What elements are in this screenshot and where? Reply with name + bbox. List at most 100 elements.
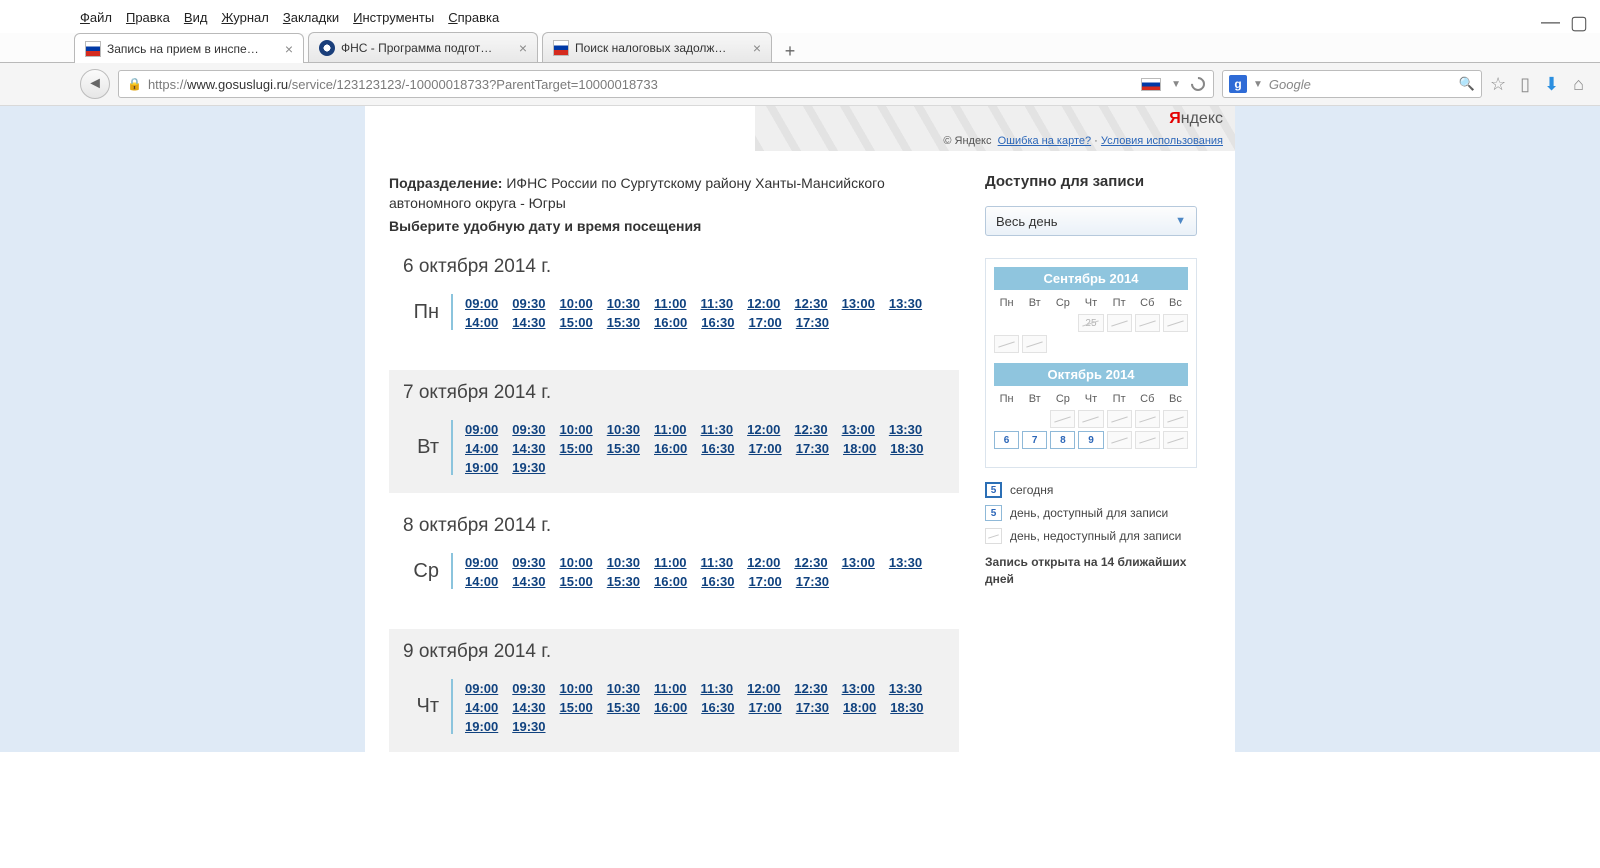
time-slot[interactable]: 13:00 — [842, 422, 875, 437]
calendar-day[interactable]: 6 — [994, 431, 1019, 449]
time-slot[interactable]: 18:30 — [890, 441, 923, 456]
time-slot[interactable]: 13:00 — [842, 555, 875, 570]
time-slot[interactable]: 15:30 — [607, 441, 640, 456]
time-slot[interactable]: 15:00 — [560, 315, 593, 330]
time-slot[interactable]: 15:00 — [560, 574, 593, 589]
time-slot[interactable]: 19:30 — [512, 719, 545, 734]
time-slot[interactable]: 11:30 — [701, 422, 734, 437]
time-slot[interactable]: 17:00 — [749, 441, 782, 456]
time-slot[interactable]: 13:00 — [842, 296, 875, 311]
time-slot[interactable]: 16:00 — [654, 441, 687, 456]
star-icon[interactable]: ☆ — [1490, 74, 1506, 95]
time-slot[interactable]: 15:00 — [560, 441, 593, 456]
time-slot[interactable]: 16:30 — [701, 700, 734, 715]
time-slot[interactable]: 13:30 — [889, 555, 922, 570]
new-tab-button[interactable]: + — [776, 41, 804, 62]
time-slot[interactable]: 11:30 — [701, 681, 734, 696]
time-slot[interactable]: 19:00 — [465, 460, 498, 475]
time-slot[interactable]: 12:00 — [747, 555, 780, 570]
time-slot[interactable]: 10:30 — [607, 422, 640, 437]
time-slot[interactable]: 14:00 — [465, 574, 498, 589]
time-slot[interactable]: 10:00 — [560, 296, 593, 311]
time-slot[interactable]: 10:30 — [607, 555, 640, 570]
time-slot[interactable]: 10:00 — [560, 555, 593, 570]
menu-вид[interactable]: Вид — [184, 10, 208, 25]
time-slot[interactable]: 14:30 — [512, 700, 545, 715]
time-slot[interactable]: 10:00 — [560, 681, 593, 696]
time-slot[interactable]: 18:30 — [890, 700, 923, 715]
time-slot[interactable]: 10:30 — [607, 681, 640, 696]
menu-инструменты[interactable]: Инструменты — [353, 10, 434, 25]
time-slot[interactable]: 17:30 — [796, 700, 829, 715]
time-slot[interactable]: 14:30 — [512, 574, 545, 589]
menu-журнал[interactable]: Журнал — [221, 10, 268, 25]
time-slot[interactable]: 12:30 — [794, 555, 827, 570]
time-slot[interactable]: 15:30 — [607, 574, 640, 589]
clipboard-icon[interactable]: ▯ — [1520, 74, 1530, 95]
map-error-link[interactable]: Ошибка на карте? — [998, 135, 1092, 147]
time-slot[interactable]: 17:30 — [796, 315, 829, 330]
menu-закладки[interactable]: Закладки — [283, 10, 339, 25]
time-slot[interactable]: 10:30 — [607, 296, 640, 311]
time-slot[interactable]: 17:30 — [796, 574, 829, 589]
time-slot[interactable]: 11:00 — [654, 681, 687, 696]
time-slot[interactable]: 09:30 — [512, 296, 545, 311]
url-bar[interactable]: 🔒 https://www.gosuslugi.ru/service/12312… — [118, 70, 1214, 98]
menu-справка[interactable]: Справка — [448, 10, 499, 25]
map-terms-link[interactable]: Условия использования — [1101, 135, 1223, 147]
back-button[interactable]: ◄ — [80, 69, 110, 99]
reload-icon[interactable] — [1188, 74, 1208, 94]
time-slot[interactable]: 13:00 — [842, 681, 875, 696]
time-slot[interactable]: 09:00 — [465, 681, 498, 696]
time-slot[interactable]: 13:30 — [889, 681, 922, 696]
time-slot[interactable]: 19:30 — [512, 460, 545, 475]
time-slot[interactable]: 11:00 — [654, 422, 687, 437]
time-slot[interactable]: 09:30 — [512, 422, 545, 437]
time-slot[interactable]: 09:00 — [465, 296, 498, 311]
time-slot[interactable]: 15:30 — [607, 315, 640, 330]
time-slot[interactable]: 09:00 — [465, 555, 498, 570]
calendar-day[interactable]: 8 — [1050, 431, 1075, 449]
time-slot[interactable]: 14:30 — [512, 315, 545, 330]
time-slot[interactable]: 09:30 — [512, 555, 545, 570]
calendar-day[interactable]: 7 — [1022, 431, 1047, 449]
time-slot[interactable]: 12:00 — [747, 681, 780, 696]
time-slot[interactable]: 12:00 — [747, 422, 780, 437]
time-slot[interactable]: 17:30 — [796, 441, 829, 456]
time-slot[interactable]: 13:30 — [889, 296, 922, 311]
time-slot[interactable]: 17:00 — [749, 315, 782, 330]
time-slot[interactable]: 14:30 — [512, 441, 545, 456]
home-icon[interactable]: ⌂ — [1573, 74, 1584, 95]
time-slot[interactable]: 09:00 — [465, 422, 498, 437]
time-slot[interactable]: 18:00 — [843, 700, 876, 715]
browser-tab[interactable]: Поиск налоговых задолж…× — [542, 32, 772, 62]
downloads-icon[interactable]: ⬇ — [1544, 74, 1559, 95]
time-slot[interactable]: 16:30 — [701, 574, 734, 589]
time-slot[interactable]: 17:00 — [749, 700, 782, 715]
minimize-icon[interactable]: — — [1541, 12, 1560, 35]
time-filter-dropdown[interactable]: Весь день ▼ — [985, 206, 1197, 236]
time-slot[interactable]: 11:30 — [701, 296, 734, 311]
time-slot[interactable]: 12:30 — [794, 681, 827, 696]
menu-правка[interactable]: Правка — [126, 10, 170, 25]
url-dropdown-icon[interactable]: ▼ — [1171, 79, 1181, 90]
time-slot[interactable]: 11:00 — [654, 555, 687, 570]
time-slot[interactable]: 11:00 — [654, 296, 687, 311]
time-slot[interactable]: 19:00 — [465, 719, 498, 734]
menu-файл[interactable]: Файл — [80, 10, 112, 25]
time-slot[interactable]: 15:30 — [607, 700, 640, 715]
time-slot[interactable]: 10:00 — [560, 422, 593, 437]
time-slot[interactable]: 12:30 — [794, 296, 827, 311]
time-slot[interactable]: 14:00 — [465, 315, 498, 330]
time-slot[interactable]: 16:30 — [701, 315, 734, 330]
chevron-down-icon[interactable]: ▼ — [1253, 79, 1263, 90]
time-slot[interactable]: 13:30 — [889, 422, 922, 437]
tab-close-icon[interactable]: × — [753, 40, 761, 56]
time-slot[interactable]: 12:30 — [794, 422, 827, 437]
time-slot[interactable]: 12:00 — [747, 296, 780, 311]
tab-close-icon[interactable]: × — [285, 41, 293, 57]
browser-tab[interactable]: ФНС - Программа подгот…× — [308, 32, 538, 62]
time-slot[interactable]: 14:00 — [465, 700, 498, 715]
time-slot[interactable]: 16:00 — [654, 700, 687, 715]
time-slot[interactable]: 16:30 — [701, 441, 734, 456]
